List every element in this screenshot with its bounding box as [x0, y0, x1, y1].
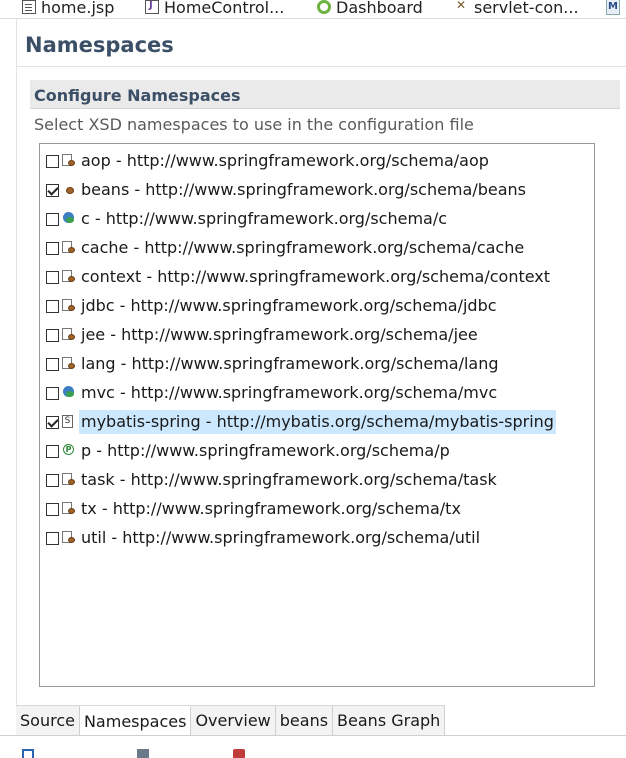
tab-overview[interactable]: Overview — [191, 706, 276, 736]
xml-file-icon — [455, 0, 469, 14]
editor-left-border — [16, 18, 17, 705]
console-view-tab[interactable] — [22, 749, 38, 758]
namespace-checkbox[interactable] — [46, 328, 59, 342]
namespace-label: jee - http://www.springframework.org/sch… — [81, 325, 478, 344]
namespace-label: context - http://www.springframework.org… — [81, 267, 551, 286]
namespace-row[interactable]: jdbc - http://www.springframework.org/sc… — [40, 292, 499, 320]
tab-beans-graph[interactable]: Beans Graph — [333, 706, 446, 736]
tab-namespaces[interactable]: Namespaces — [79, 706, 192, 736]
editor-tab-label: HomeControl... — [164, 0, 285, 17]
namespace-checkbox[interactable] — [46, 386, 59, 400]
namespace-row[interactable]: jee - http://www.springframework.org/sch… — [40, 321, 480, 349]
mvc-namespace-icon — [61, 385, 77, 401]
markers-icon — [137, 749, 149, 758]
spring-dashboard-icon — [317, 0, 331, 14]
namespace-label: mybatis-spring - http://mybatis.org/sche… — [79, 410, 556, 434]
bean-icon — [61, 182, 77, 198]
console-icon — [22, 749, 34, 758]
page-title: Namespaces — [25, 33, 174, 57]
namespace-checkbox[interactable] — [46, 154, 59, 168]
cache-namespace-icon — [61, 240, 77, 256]
namespace-label: c - http://www.springframework.org/schem… — [81, 209, 448, 228]
namespace-checkbox[interactable] — [46, 531, 59, 545]
editor-tab-bar: home.jsp HomeControl... Dashboard servle… — [0, 0, 626, 19]
namespace-row[interactable]: util - http://www.springframework.org/sc… — [40, 524, 482, 552]
namespace-row[interactable]: mvc - http://www.springframework.org/sch… — [40, 379, 499, 407]
namespace-row[interactable]: Smybatis-spring - http://mybatis.org/sch… — [40, 408, 556, 436]
namespace-checkbox[interactable] — [46, 299, 59, 313]
namespace-label: tx - http://www.springframework.org/sche… — [81, 499, 461, 518]
namespace-row[interactable]: cache - http://www.springframework.org/s… — [40, 234, 526, 262]
namespace-row[interactable]: beans - http://www.springframework.org/s… — [40, 176, 528, 204]
namespace-checkbox[interactable] — [46, 212, 59, 226]
overflow-tab-icon[interactable]: M — [606, 0, 620, 15]
namespace-row[interactable]: Pp - http://www.springframework.org/sche… — [40, 437, 452, 465]
aop-namespace-icon — [61, 153, 77, 169]
jee-namespace-icon — [61, 327, 77, 343]
namespace-label: aop - http://www.springframework.org/sch… — [81, 151, 489, 170]
namespace-checkbox[interactable] — [46, 473, 59, 487]
editor-tab-label: Dashboard — [336, 0, 423, 17]
namespace-checkbox[interactable] — [46, 183, 59, 197]
section-header[interactable]: Configure Namespaces — [30, 80, 620, 109]
namespace-row[interactable]: c - http://www.springframework.org/schem… — [40, 205, 449, 233]
util-namespace-icon — [61, 530, 77, 546]
task-namespace-icon — [61, 472, 77, 488]
namespace-checkbox[interactable] — [46, 415, 59, 429]
namespace-label: cache - http://www.springframework.org/s… — [81, 238, 525, 257]
problems-icon — [233, 749, 245, 758]
namespace-row[interactable]: lang - http://www.springframework.org/sc… — [40, 350, 501, 378]
jsp-file-icon — [22, 0, 36, 14]
namespace-label: task - http://www.springframework.org/sc… — [81, 470, 497, 489]
schema-file-icon: S — [61, 414, 77, 430]
jdbc-namespace-icon — [61, 298, 77, 314]
namespace-checkbox[interactable] — [46, 357, 59, 371]
namespace-row[interactable]: task - http://www.springframework.org/sc… — [40, 466, 499, 494]
tabs-divider — [0, 735, 626, 736]
namespace-label: util - http://www.springframework.org/sc… — [81, 528, 481, 547]
editor-tab-servlet-context[interactable]: servlet-con... — [455, 0, 579, 18]
namespace-row[interactable]: tx - http://www.springframework.org/sche… — [40, 495, 463, 523]
namespace-label: p - http://www.springframework.org/schem… — [81, 441, 450, 460]
editor-tab-label: servlet-con... — [474, 0, 579, 17]
namespace-label: lang - http://www.springframework.org/sc… — [81, 354, 499, 373]
editor-tab-home-jsp[interactable]: home.jsp — [22, 0, 114, 18]
namespace-checkbox[interactable] — [46, 444, 59, 458]
lang-namespace-icon — [61, 356, 77, 372]
java-file-icon — [145, 0, 159, 14]
namespace-checkbox[interactable] — [46, 241, 59, 255]
section-description: Select XSD namespaces to use in the conf… — [34, 115, 474, 134]
namespace-label: jdbc - http://www.springframework.org/sc… — [81, 296, 497, 315]
editor-tab-label: home.jsp — [41, 0, 115, 17]
tab-source[interactable]: Source — [16, 706, 80, 736]
editor-tab-dashboard[interactable]: Dashboard — [317, 0, 423, 18]
editor-page-tabs: Source Namespaces Overview beans Beans G… — [16, 705, 446, 736]
namespace-row[interactable]: aop - http://www.springframework.org/sch… — [40, 147, 491, 175]
namespace-label: mvc - http://www.springframework.org/sch… — [81, 383, 498, 402]
namespace-row[interactable]: context - http://www.springframework.org… — [40, 263, 552, 291]
namespace-checkbox[interactable] — [46, 270, 59, 284]
bottom-view-tabs — [0, 744, 626, 758]
markers-view-tab[interactable] — [137, 749, 153, 758]
namespace-checkbox[interactable] — [46, 502, 59, 516]
title-divider — [17, 66, 626, 67]
editor-tab-homecontroller[interactable]: HomeControl... — [145, 0, 284, 18]
tab-beans[interactable]: beans — [275, 706, 334, 736]
problems-view-tab[interactable] — [233, 749, 249, 758]
p-namespace-icon: P — [61, 443, 77, 459]
section-title: Configure Namespaces — [34, 86, 241, 105]
c-namespace-icon — [61, 211, 77, 227]
context-namespace-icon — [61, 269, 77, 285]
namespace-label: beans - http://www.springframework.org/s… — [81, 180, 526, 199]
namespace-list[interactable]: aop - http://www.springframework.org/sch… — [39, 143, 595, 687]
tx-namespace-icon — [61, 501, 77, 517]
